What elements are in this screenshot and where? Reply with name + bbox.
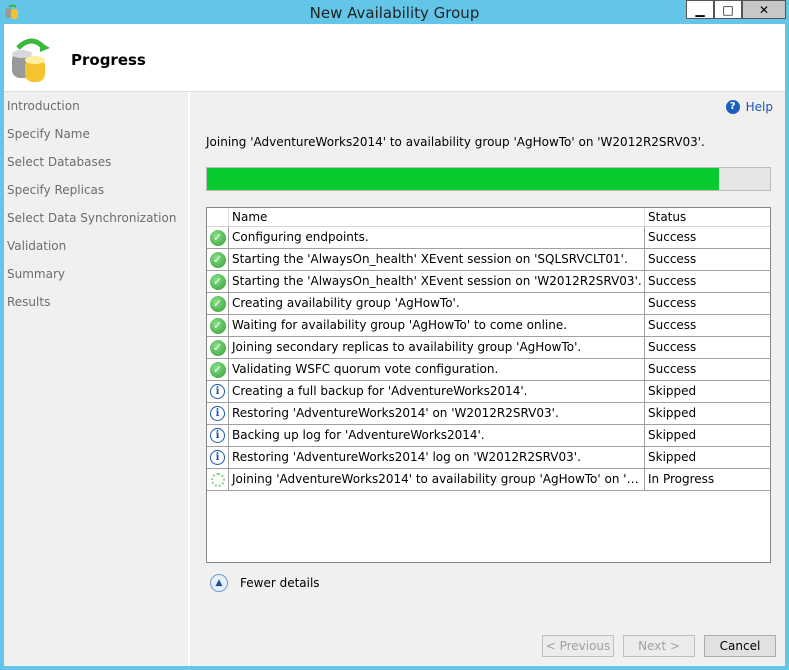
table-row[interactable]: ✓ Waiting for availability group 'AgHowTo… xyxy=(207,315,770,337)
success-check-icon: ✓ xyxy=(209,251,226,268)
table-row[interactable]: i Restoring 'AdventureWorks2014' log on '… xyxy=(207,447,770,469)
status-icon-cell: ✓ xyxy=(207,359,229,380)
column-header-name[interactable]: Name xyxy=(229,208,645,226)
success-check-icon: ✓ xyxy=(209,339,226,356)
action-status: Success xyxy=(648,362,697,376)
status-icon-cell: ✓ xyxy=(207,337,229,358)
content-panel: ? Help Joining 'AdventureWorks2014' to a… xyxy=(192,92,785,666)
action-name: Starting the 'AlwaysOn_health' XEvent se… xyxy=(229,271,645,292)
status-icon-cell: i xyxy=(207,447,229,468)
action-name: Restoring 'AdventureWorks2014' log on 'W… xyxy=(229,447,645,468)
action-name: Configuring endpoints. xyxy=(229,227,645,248)
action-status: Success xyxy=(648,318,697,332)
status-icon-cell xyxy=(207,469,229,490)
table-row[interactable]: i Restoring 'AdventureWorks2014' on 'W201… xyxy=(207,403,770,425)
availability-group-icon xyxy=(12,38,50,82)
chevron-up-icon: ▲ xyxy=(210,574,228,592)
action-name: Starting the 'AlwaysOn_health' XEvent se… xyxy=(229,249,645,270)
close-button[interactable]: ✕ xyxy=(742,0,786,19)
column-header-status[interactable]: Status xyxy=(645,208,770,226)
success-check-icon: ✓ xyxy=(209,317,226,334)
help-label: Help xyxy=(745,100,773,114)
nav-item-select-databases: Select Databases xyxy=(7,155,112,169)
table-row[interactable]: i Creating a full backup for 'AdventureWo… xyxy=(207,381,770,403)
nav-item-introduction: Introduction xyxy=(7,99,80,113)
table-row[interactable]: i Backing up log for 'AdventureWorks2014'… xyxy=(207,425,770,447)
success-check-icon: ✓ xyxy=(209,229,226,246)
table-row[interactable]: ✓ Configuring endpoints. Success xyxy=(207,227,770,249)
info-icon: i xyxy=(210,450,225,465)
status-icon-cell: i xyxy=(207,381,229,402)
status-icon-cell: ✓ xyxy=(207,293,229,314)
nav-item-results: Results xyxy=(7,295,51,309)
table-header: Name Status xyxy=(207,208,770,227)
success-check-icon: ✓ xyxy=(209,361,226,378)
action-name: Validating WSFC quorum vote configuratio… xyxy=(229,359,645,380)
page-title: Progress xyxy=(71,51,146,69)
action-status: Skipped xyxy=(648,450,697,464)
status-icon-cell: ✓ xyxy=(207,315,229,336)
action-name: Waiting for availability group 'AgHowTo'… xyxy=(229,315,645,336)
wizard-nav: Introduction Specify Name Select Databas… xyxy=(4,92,190,666)
table-row[interactable]: ✓ Creating availability group 'AgHowTo'. S… xyxy=(207,293,770,315)
status-message: Joining 'AdventureWorks2014' to availabi… xyxy=(206,135,705,149)
progress-fill xyxy=(207,168,720,190)
success-check-icon: ✓ xyxy=(209,295,226,312)
wizard-window: Progress Introduction Specify Name Selec… xyxy=(4,24,785,666)
title-bar: New Availability Group ▁ □ ✕ xyxy=(0,0,789,24)
cancel-button[interactable]: Cancel xyxy=(704,635,776,657)
table-row[interactable]: ✓ Joining secondary replicas to availabil… xyxy=(207,337,770,359)
action-name: Creating a full backup for 'AdventureWor… xyxy=(229,381,645,402)
icon-column-header xyxy=(207,208,229,226)
nav-item-select-data-sync: Select Data Synchronization xyxy=(7,211,177,225)
action-name: Joining 'AdventureWorks2014' to availabi… xyxy=(229,469,645,490)
progress-table: Name Status ✓ Configuring endpoints. Succe… xyxy=(206,207,771,563)
action-status: Skipped xyxy=(648,384,697,398)
success-check-icon: ✓ xyxy=(209,273,226,290)
action-status: Success xyxy=(648,252,697,266)
action-name: Restoring 'AdventureWorks2014' on 'W2012… xyxy=(229,403,645,424)
status-icon-cell: ✓ xyxy=(207,227,229,248)
table-row[interactable]: ✓ Starting the 'AlwaysOn_health' XEvent s… xyxy=(207,249,770,271)
info-icon: i xyxy=(210,384,225,399)
status-icon-cell: ✓ xyxy=(207,271,229,292)
action-status: Success xyxy=(648,340,697,354)
action-name: Creating availability group 'AgHowTo'. xyxy=(229,293,645,314)
action-name: Joining secondary replicas to availabili… xyxy=(229,337,645,358)
action-status: Skipped xyxy=(648,428,697,442)
status-icon-cell: ✓ xyxy=(207,249,229,270)
info-icon: i xyxy=(210,406,225,421)
action-status: In Progress xyxy=(648,472,715,486)
wizard-header: Progress xyxy=(4,24,785,92)
fewer-details-label: Fewer details xyxy=(240,576,320,590)
help-link[interactable]: ? Help xyxy=(725,100,773,114)
progress-bar xyxy=(206,167,771,191)
info-icon: i xyxy=(210,428,225,443)
nav-item-specify-replicas: Specify Replicas xyxy=(7,183,105,197)
nav-item-summary: Summary xyxy=(7,267,65,281)
action-name: Backing up log for 'AdventureWorks2014'. xyxy=(229,425,645,446)
action-status: Success xyxy=(648,296,697,310)
minimize-button[interactable]: ▁ xyxy=(686,0,714,19)
fewer-details-toggle[interactable]: ▲ Fewer details xyxy=(210,574,320,592)
next-button[interactable]: Next > xyxy=(623,635,695,657)
nav-item-validation: Validation xyxy=(7,239,67,253)
action-status: Success xyxy=(648,274,697,288)
action-status: Success xyxy=(648,230,697,244)
status-icon-cell: i xyxy=(207,425,229,446)
table-row[interactable]: ✓ Starting the 'AlwaysOn_health' XEvent s… xyxy=(207,271,770,293)
table-row[interactable]: Joining 'AdventureWorks2014' to availabi… xyxy=(207,469,770,491)
status-icon-cell: i xyxy=(207,403,229,424)
spinner-icon xyxy=(210,472,225,487)
window-title: New Availability Group xyxy=(309,4,480,22)
table-row[interactable]: ✓ Validating WSFC quorum vote configurati… xyxy=(207,359,770,381)
nav-item-specify-name: Specify Name xyxy=(7,127,90,141)
help-icon: ? xyxy=(725,100,740,114)
maximize-button[interactable]: □ xyxy=(714,0,742,19)
action-status: Skipped xyxy=(648,406,697,420)
previous-button[interactable]: < Previous xyxy=(542,635,614,657)
